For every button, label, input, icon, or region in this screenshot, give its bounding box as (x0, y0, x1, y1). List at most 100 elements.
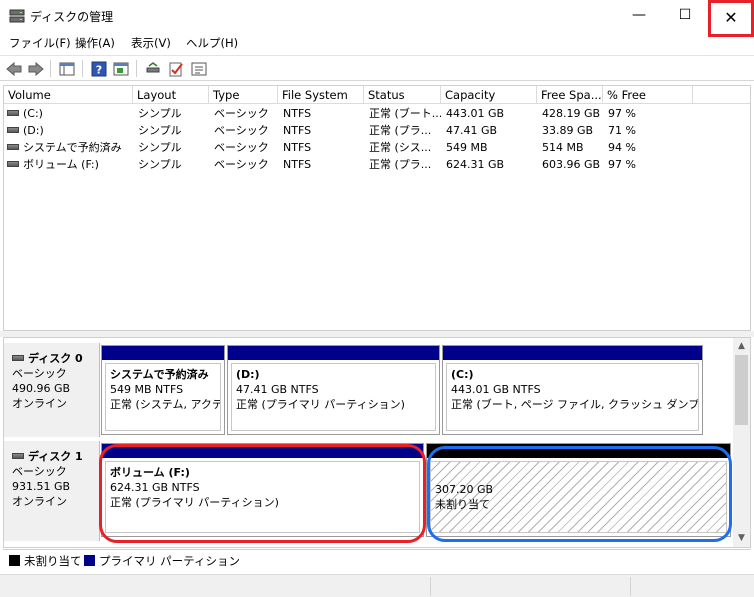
volume-name: ボリューム (F:) (23, 158, 99, 171)
column-header-layout[interactable]: Layout (133, 86, 209, 104)
volume-list: Volume Layout Type File System Status Ca… (3, 85, 751, 331)
legend-label-unallocated: 未割り当て (24, 554, 82, 568)
partition-block[interactable]: ボリューム (F:) 624.31 GB NTFS 正常 (プライマリ パーティ… (101, 443, 424, 537)
column-header-free-space[interactable]: Free Spa... (537, 86, 603, 104)
partition-details: ボリューム (F:) 624.31 GB NTFS 正常 (プライマリ パーティ… (105, 461, 420, 533)
partition-details: 307.20 GB 未割り当て (430, 461, 727, 533)
disk-state: オンライン (12, 495, 67, 508)
status-cell: 正常 (プラ... (369, 124, 432, 137)
volume-cell: (C:) (7, 105, 133, 122)
partition-bar (443, 346, 702, 360)
partition-block[interactable]: (C:) 443.01 GB NTFS 正常 (ブート, ページ ファイル, ク… (442, 345, 703, 435)
partition-block[interactable]: (D:) 47.41 GB NTFS 正常 (プライマリ パーティション) (227, 345, 440, 435)
checklist-icon[interactable] (166, 59, 186, 78)
volume-row[interactable]: (C:) シンプル ベーシック NTFS 正常 (ブート... 443.01 G… (4, 105, 750, 122)
disk-icon (12, 355, 24, 361)
menu-bar: ファイル(F) 操作(A) 表示(V) ヘルプ(H) (0, 33, 754, 53)
partition-bar (102, 346, 224, 360)
column-header-capacity[interactable]: Capacity (441, 86, 537, 104)
console-tree-icon[interactable] (57, 59, 77, 78)
scroll-thumb[interactable] (735, 355, 748, 425)
partition-title: システムで予約済み (110, 368, 209, 381)
partition-block[interactable]: システムで予約済み 549 MB NTFS 正常 (システム, アクティブ (101, 345, 225, 435)
title-bar: ディスクの管理 — ☐ ✕ (0, 0, 754, 37)
disk-size: 490.96 GB (12, 382, 71, 395)
legend-swatch-primary (84, 555, 95, 566)
column-header-percent-free[interactable]: % Free (603, 86, 693, 104)
menu-file[interactable]: ファイル(F) (9, 35, 71, 51)
volume-row[interactable]: システムで予約済み シンプル ベーシック NTFS 正常 (シス... 549 … (4, 139, 750, 156)
scroll-up-icon[interactable]: ▲ (733, 338, 750, 355)
status-cell: 正常 (ブート... (369, 107, 441, 120)
disk-info[interactable]: ディスク 1 ベーシック 931.51 GB オンライン (4, 441, 100, 541)
forward-arrow-icon[interactable] (26, 59, 46, 78)
volume-row[interactable]: ボリューム (F:) シンプル ベーシック NTFS 正常 (プラ... 624… (4, 156, 750, 173)
disk-type: ベーシック (12, 465, 67, 478)
connect-icon[interactable] (143, 59, 163, 78)
toolbar-separator (136, 60, 137, 77)
partition-status: 正常 (プライマリ パーティション) (110, 496, 279, 509)
drive-icon (7, 110, 19, 116)
partition-details: (D:) 47.41 GB NTFS 正常 (プライマリ パーティション) (231, 363, 436, 431)
back-arrow-icon[interactable] (4, 59, 24, 78)
menu-view[interactable]: 表示(V) (131, 35, 171, 51)
legend: 未割り当て プライマリ パーティション (3, 549, 751, 571)
menu-help[interactable]: ヘルプ(H) (186, 35, 238, 51)
column-header-type[interactable]: Type (209, 86, 278, 104)
partition-size: 47.41 GB NTFS (236, 383, 319, 396)
drive-icon (7, 127, 19, 133)
partition-size: 624.31 GB NTFS (110, 481, 200, 494)
free-space-cell: 33.89 GB (542, 124, 594, 137)
toolbar: ? (0, 55, 754, 81)
menu-action[interactable]: 操作(A) (75, 35, 115, 51)
maximize-button[interactable]: ☐ (662, 0, 708, 31)
status-cell: 正常 (プラ... (369, 158, 432, 171)
close-button[interactable]: ✕ (708, 0, 754, 37)
volume-cell: (D:) (7, 122, 133, 139)
layout-cell: シンプル (138, 124, 182, 137)
scroll-down-icon[interactable]: ▼ (733, 530, 750, 547)
type-cell: ベーシック (214, 158, 269, 171)
percent-free-cell: 97 % (608, 158, 636, 171)
status-pane (630, 577, 754, 596)
action-pane-icon[interactable] (111, 59, 131, 78)
legend-label-primary: プライマリ パーティション (99, 554, 240, 568)
disk-name: ディスク 0 (12, 351, 99, 366)
drive-icon (7, 161, 19, 167)
partition-title: (D:) (236, 368, 260, 381)
volume-name: システムで予約済み (23, 141, 122, 154)
capacity-cell: 47.41 GB (446, 124, 498, 137)
disk-management-icon (9, 9, 25, 23)
volume-list-header: Volume Layout Type File System Status Ca… (4, 86, 750, 104)
disk-type: ベーシック (12, 367, 67, 380)
volume-cell: ボリューム (F:) (7, 156, 133, 173)
window-title: ディスクの管理 (30, 10, 114, 24)
disk-row: ディスク 1 ベーシック 931.51 GB オンライン ボリューム (F:) … (4, 441, 736, 541)
properties-icon[interactable] (189, 59, 209, 78)
drive-icon (7, 144, 19, 150)
volume-name: (C:) (23, 107, 43, 120)
percent-free-cell: 97 % (608, 107, 636, 120)
disk-info[interactable]: ディスク 0 ベーシック 490.96 GB オンライン (4, 343, 100, 437)
partition-title: ボリューム (F:) (110, 466, 190, 479)
legend-swatch-unallocated (9, 555, 20, 566)
column-header-file-system[interactable]: File System (278, 86, 364, 104)
minimize-button[interactable]: — (616, 0, 662, 31)
disk-graphical-view: ディスク 0 ベーシック 490.96 GB オンライン システムで予約済み 5… (3, 337, 751, 548)
svg-text:?: ? (96, 63, 102, 76)
status-pane (430, 577, 630, 596)
column-header-volume[interactable]: Volume (4, 86, 133, 104)
help-icon[interactable]: ? (89, 59, 109, 78)
vertical-scrollbar[interactable]: ▲ ▼ (733, 338, 750, 547)
toolbar-separator (50, 60, 51, 77)
type-cell: ベーシック (214, 124, 269, 137)
file-system-cell: NTFS (283, 158, 312, 171)
column-header-status[interactable]: Status (364, 86, 441, 104)
file-system-cell: NTFS (283, 141, 312, 154)
status-cell: 正常 (シス... (369, 141, 432, 154)
partition-block-unallocated[interactable]: 307.20 GB 未割り当て (426, 443, 731, 537)
volume-row[interactable]: (D:) シンプル ベーシック NTFS 正常 (プラ... 47.41 GB … (4, 122, 750, 139)
status-bar (0, 574, 754, 597)
disk-row: ディスク 0 ベーシック 490.96 GB オンライン システムで予約済み 5… (4, 343, 736, 437)
free-space-cell: 428.19 GB (542, 107, 601, 120)
